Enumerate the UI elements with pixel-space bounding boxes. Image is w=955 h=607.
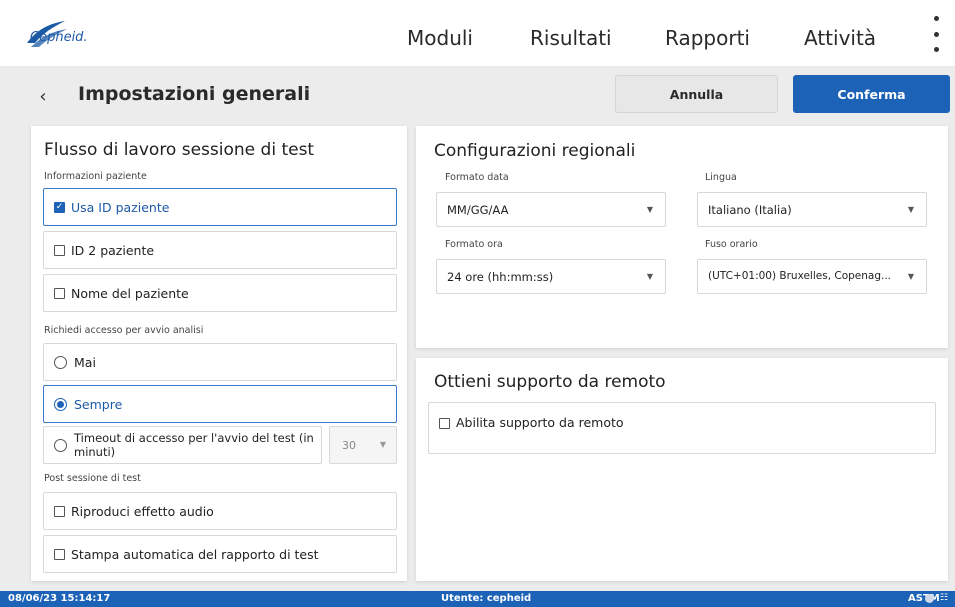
option-label: Stampa automatica del rapporto di test: [71, 546, 319, 562]
option-label: ID 2 paziente: [71, 242, 155, 258]
confirm-button[interactable]: Conferma: [793, 75, 950, 113]
workflow-panel: Flusso di lavoro sessione di test Inform…: [31, 126, 407, 581]
nav-risultati[interactable]: Risultati: [530, 26, 612, 50]
option-label: Timeout di accesso per l'avvio del test …: [74, 430, 314, 459]
checkbox-icon[interactable]: [54, 548, 65, 560]
patient-info-label: Informazioni paziente: [44, 171, 147, 182]
timeout-value: 30: [342, 439, 356, 452]
date-format-select[interactable]: MM/GG/AA ▼: [436, 192, 666, 227]
time-format-select[interactable]: 24 ore (hh:mm:ss) ▼: [436, 259, 666, 294]
radio-icon[interactable]: [54, 355, 67, 369]
play-audio-option[interactable]: Riproduci effetto audio: [43, 492, 397, 530]
dropdown-arrow-icon: ▼: [379, 440, 386, 449]
language-label: Lingua: [705, 172, 737, 183]
status-datetime: 08/06/23 15:14:17: [8, 593, 111, 604]
patient-name-option[interactable]: Nome del paziente: [43, 274, 397, 312]
login-never-option[interactable]: Mai: [43, 343, 397, 381]
logo-text: Cepheid.: [30, 30, 88, 45]
checkbox-icon[interactable]: [54, 244, 65, 256]
connection-status-icon: [925, 594, 934, 603]
regional-title: Configurazioni regionali: [434, 141, 636, 161]
page-header: ‹ Impostazioni generali Annulla Conferma: [23, 75, 950, 119]
dropdown-arrow-icon: ▼: [646, 272, 653, 281]
checkbox-icon[interactable]: [54, 287, 65, 299]
time-format-value: 24 ore (hh:mm:ss): [447, 270, 554, 284]
checkbox-checked-icon[interactable]: ✓: [54, 201, 65, 213]
date-format-label: Formato data: [445, 172, 509, 183]
nav-rapporti[interactable]: Rapporti: [665, 26, 750, 50]
status-user: Utente: cepheid: [441, 593, 532, 604]
option-label: Abilita supporto da remoto: [456, 415, 624, 430]
cancel-button[interactable]: Annulla: [615, 75, 778, 113]
dropdown-arrow-icon: ▼: [646, 205, 653, 214]
radio-selected-icon[interactable]: [54, 397, 67, 411]
option-label: Mai: [74, 354, 96, 370]
timeout-minutes-select[interactable]: 30 ▼: [329, 426, 397, 464]
timezone-label: Fuso orario: [705, 239, 758, 250]
top-nav-bar: Cepheid. Moduli Risultati Rapporti Attiv…: [0, 0, 955, 66]
option-label: Sempre: [74, 396, 123, 412]
more-menu-icon[interactable]: [928, 16, 944, 52]
patient-id-2-option[interactable]: ID 2 paziente: [43, 231, 397, 269]
radio-icon[interactable]: [54, 438, 67, 452]
nav-attivita[interactable]: Attività: [804, 26, 876, 50]
page-title: Impostazioni generali: [78, 83, 311, 105]
nav-moduli[interactable]: Moduli: [407, 26, 473, 50]
checkbox-icon[interactable]: [54, 505, 65, 517]
option-label: Usa ID paziente: [71, 199, 170, 215]
remote-title: Ottieni supporto da remoto: [434, 372, 666, 392]
status-bar: 08/06/23 15:14:17 Utente: cepheid ASTM ☷: [0, 591, 955, 607]
auto-print-option[interactable]: Stampa automatica del rapporto di test: [43, 535, 397, 573]
use-patient-id-option[interactable]: ✓ Usa ID paziente: [43, 188, 397, 226]
network-icon: ☷: [940, 593, 949, 603]
checkbox-icon[interactable]: [439, 418, 450, 429]
login-required-label: Richiedi accesso per avvio analisi: [44, 325, 204, 336]
date-format-value: MM/GG/AA: [447, 203, 509, 217]
language-select[interactable]: Italiano (Italia) ▼: [697, 192, 927, 227]
back-arrow-icon[interactable]: ‹: [27, 78, 59, 114]
login-always-option[interactable]: Sempre: [43, 385, 397, 423]
dropdown-arrow-icon: ▼: [907, 205, 914, 214]
option-label: Nome del paziente: [71, 285, 189, 301]
post-session-label: Post sessione di test: [44, 473, 141, 484]
dropdown-arrow-icon: ▼: [907, 272, 914, 281]
timezone-select[interactable]: (UTC+01:00) Bruxelles, Copenag... ▼: [697, 259, 927, 294]
login-timeout-option[interactable]: Timeout di accesso per l'avvio del test …: [43, 426, 322, 464]
remote-support-panel: Ottieni supporto da remoto Abilita suppo…: [416, 358, 948, 581]
option-label: Riproduci effetto audio: [71, 503, 214, 519]
timezone-value: (UTC+01:00) Bruxelles, Copenag...: [708, 270, 892, 282]
language-value: Italiano (Italia): [708, 203, 792, 217]
time-format-label: Formato ora: [445, 239, 503, 250]
workflow-title: Flusso di lavoro sessione di test: [44, 140, 315, 160]
regional-settings-panel: Configurazioni regionali Formato data MM…: [416, 126, 948, 348]
status-protocol: ASTM: [908, 593, 940, 604]
enable-remote-support-option[interactable]: Abilita supporto da remoto: [428, 402, 936, 454]
